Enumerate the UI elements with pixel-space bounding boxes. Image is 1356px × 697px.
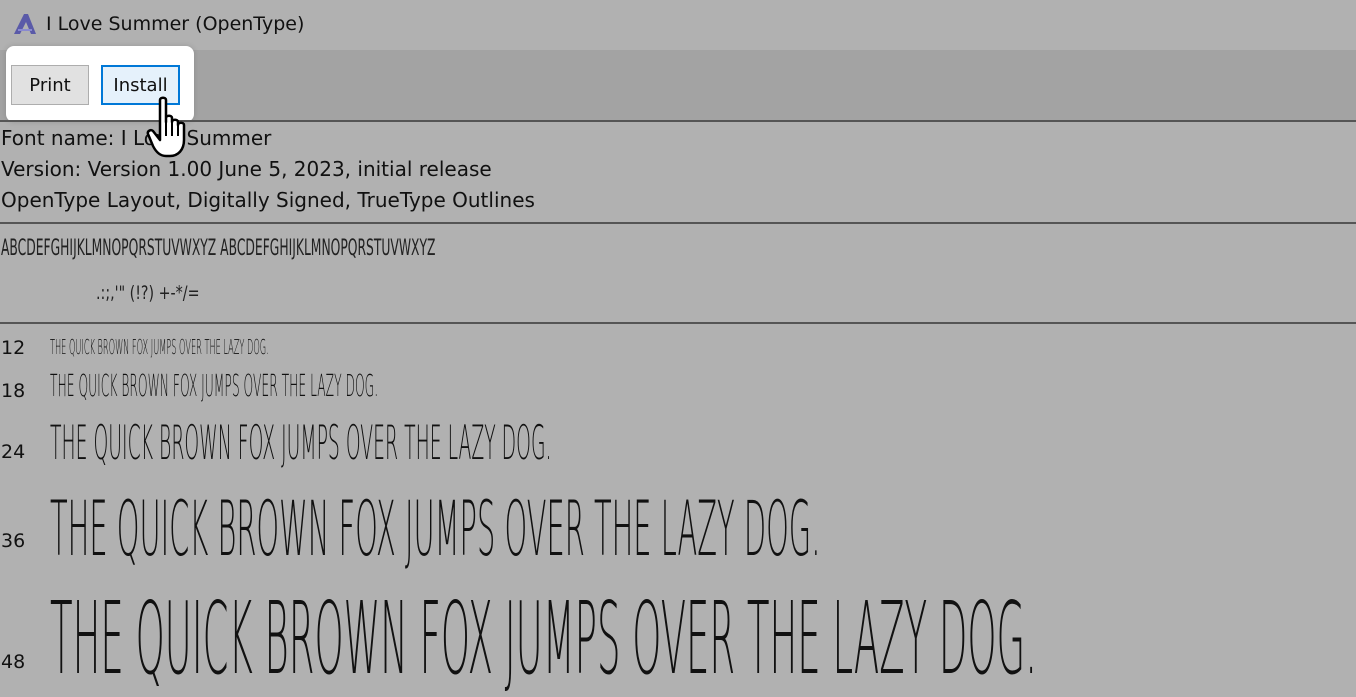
charset-divider xyxy=(0,322,1356,324)
sample-size-label: 48 xyxy=(1,651,26,673)
sample-text: THE QUICK BROWN FOX JUMPS OVER THE LAZY … xyxy=(50,369,379,404)
font-name-line: Font name: I Love Summer xyxy=(1,126,272,150)
info-divider xyxy=(0,222,1356,224)
window-title: I Love Summer (OpenType) xyxy=(46,13,305,35)
font-version-line: Version: Version 1.00 June 5, 2023, init… xyxy=(1,157,492,181)
charset-letters: ABCDEFGHIJKLMNOPQRSTUVWXYZ ABCDEFGHIJKLM… xyxy=(1,236,436,261)
sample-size-label: 24 xyxy=(1,441,26,463)
sample-size-label: 12 xyxy=(1,337,26,359)
charset-symbols: .:;,'" (!?) +-*/= xyxy=(96,282,200,304)
title-bar: I Love Summer (OpenType) xyxy=(0,0,1356,50)
font-features-line: OpenType Layout, Digitally Signed, TrueT… xyxy=(1,188,535,212)
sample-text: THE QUICK BROWN FOX JUMPS OVER THE LAZY … xyxy=(50,484,821,573)
toolbar-divider xyxy=(0,120,1356,122)
font-viewer-icon xyxy=(14,14,36,34)
hand-pointer-icon xyxy=(146,96,186,158)
sample-text: THE QUICK BROWN FOX JUMPS OVER THE LAZY … xyxy=(50,416,552,471)
toolbar xyxy=(0,50,1356,120)
sample-text: THE QUICK BROWN FOX JUMPS OVER THE LAZY … xyxy=(50,580,1037,697)
sample-size-label: 18 xyxy=(1,380,26,402)
sample-size-label: 36 xyxy=(1,530,26,552)
print-button[interactable]: Print xyxy=(11,65,89,105)
sample-text: THE QUICK BROWN FOX JUMPS OVER THE LAZY … xyxy=(50,335,269,359)
